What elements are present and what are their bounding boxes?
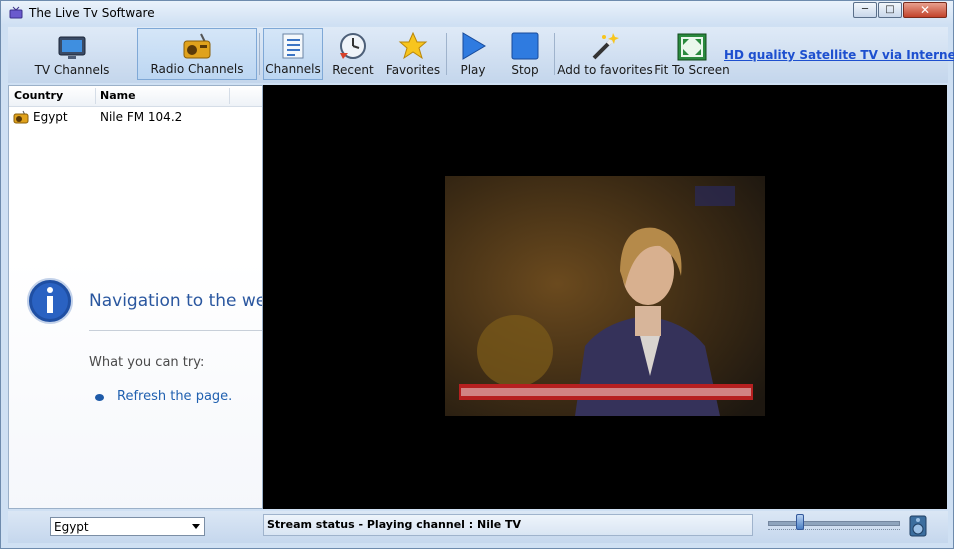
volume-slider-ticks [768,529,900,533]
list-header: Country Name [9,86,262,107]
fit-to-screen-button[interactable]: Fit To Screen [654,28,730,80]
channels-button[interactable]: Channels [263,28,323,80]
channels-label: Channels [265,62,321,76]
favorites-label: Favorites [385,63,441,77]
what-you-can-try-label: What you can try: [89,355,205,370]
fit-to-screen-label: Fit To Screen [654,63,730,77]
channel-list-icon [282,33,304,59]
stop-label: Stop [511,63,539,77]
add-to-favorites-label: Add to favorites [557,63,653,77]
column-header-country[interactable]: Country [14,89,63,102]
row-country: Egypt [33,110,68,124]
play-label: Play [460,63,486,77]
channel-pane: Country Name Egypt Nile FM 104.2 Navigat… [8,85,263,509]
radio-channels-button[interactable]: Radio Channels [137,28,257,80]
info-icon [27,278,73,324]
navigation-error-panel: Navigation to the web What you can try: … [9,260,263,508]
play-button[interactable]: Play [451,28,495,80]
maximize-button[interactable]: □ [878,2,902,18]
toolbar: TV Channels Radio Channels Channels Rece… [8,27,954,83]
title-bar: The Live Tv Software ─ □ ✕ [1,1,953,25]
magic-wand-icon [592,33,619,60]
toolbar-separator [554,33,555,75]
play-icon [462,32,486,60]
chevron-down-icon [192,524,200,529]
tv-channels-label: TV Channels [34,63,110,77]
fit-screen-icon [677,33,707,61]
column-header-name[interactable]: Name [100,89,136,102]
list-item[interactable]: Egypt Nile FM 104.2 [9,108,262,126]
add-to-favorites-button[interactable]: Add to favorites [557,28,653,80]
status-bar: Egypt Stream status - Playing channel : … [8,511,948,543]
recent-label: Recent [332,63,374,77]
column-separator [229,88,230,104]
minimize-icon: ─ [861,4,869,15]
minimize-button[interactable]: ─ [853,2,877,18]
video-area[interactable] [263,85,947,509]
stream-status-text: Stream status - Playing channel : Nile T… [267,518,522,531]
window-controls: ─ □ ✕ [852,2,947,18]
stop-icon [511,32,539,60]
error-title: Navigation to the web [89,291,263,311]
maximize-icon: □ [885,4,895,15]
video-frame [445,176,765,416]
divider [89,330,262,331]
toolbar-separator [446,33,447,75]
radio-icon [183,33,211,59]
column-separator [95,88,96,104]
bullet-icon [95,394,104,401]
tv-channels-button[interactable]: TV Channels [10,28,134,80]
window-title: The Live Tv Software [29,6,155,20]
row-name: Nile FM 104.2 [100,110,183,124]
country-dropdown[interactable]: Egypt [50,517,205,536]
hd-satellite-tv-link[interactable]: HD quality Satellite TV via Internet [724,48,954,62]
tv-app-icon [9,6,23,19]
refresh-page-link[interactable]: Refresh the page. [117,389,232,404]
stream-status: Stream status - Playing channel : Nile T… [263,514,753,536]
favorites-button[interactable]: Favorites [383,28,443,80]
volume-slider-thumb[interactable] [796,514,804,530]
close-button[interactable]: ✕ [903,2,947,18]
clock-icon [340,33,366,59]
star-icon [398,31,428,60]
tv-icon [58,36,86,59]
radio-icon [13,110,29,124]
recent-button[interactable]: Recent [326,28,380,80]
radio-channels-label: Radio Channels [150,62,244,76]
close-icon: ✕ [919,3,931,17]
country-dropdown-value: Egypt [54,520,89,534]
toolbar-separator [259,33,260,75]
volume-slider-track[interactable] [768,521,900,526]
app-window: The Live Tv Software ─ □ ✕ TV Channels R… [0,0,954,549]
speaker-icon[interactable] [908,515,928,537]
stop-button[interactable]: Stop [503,28,547,80]
